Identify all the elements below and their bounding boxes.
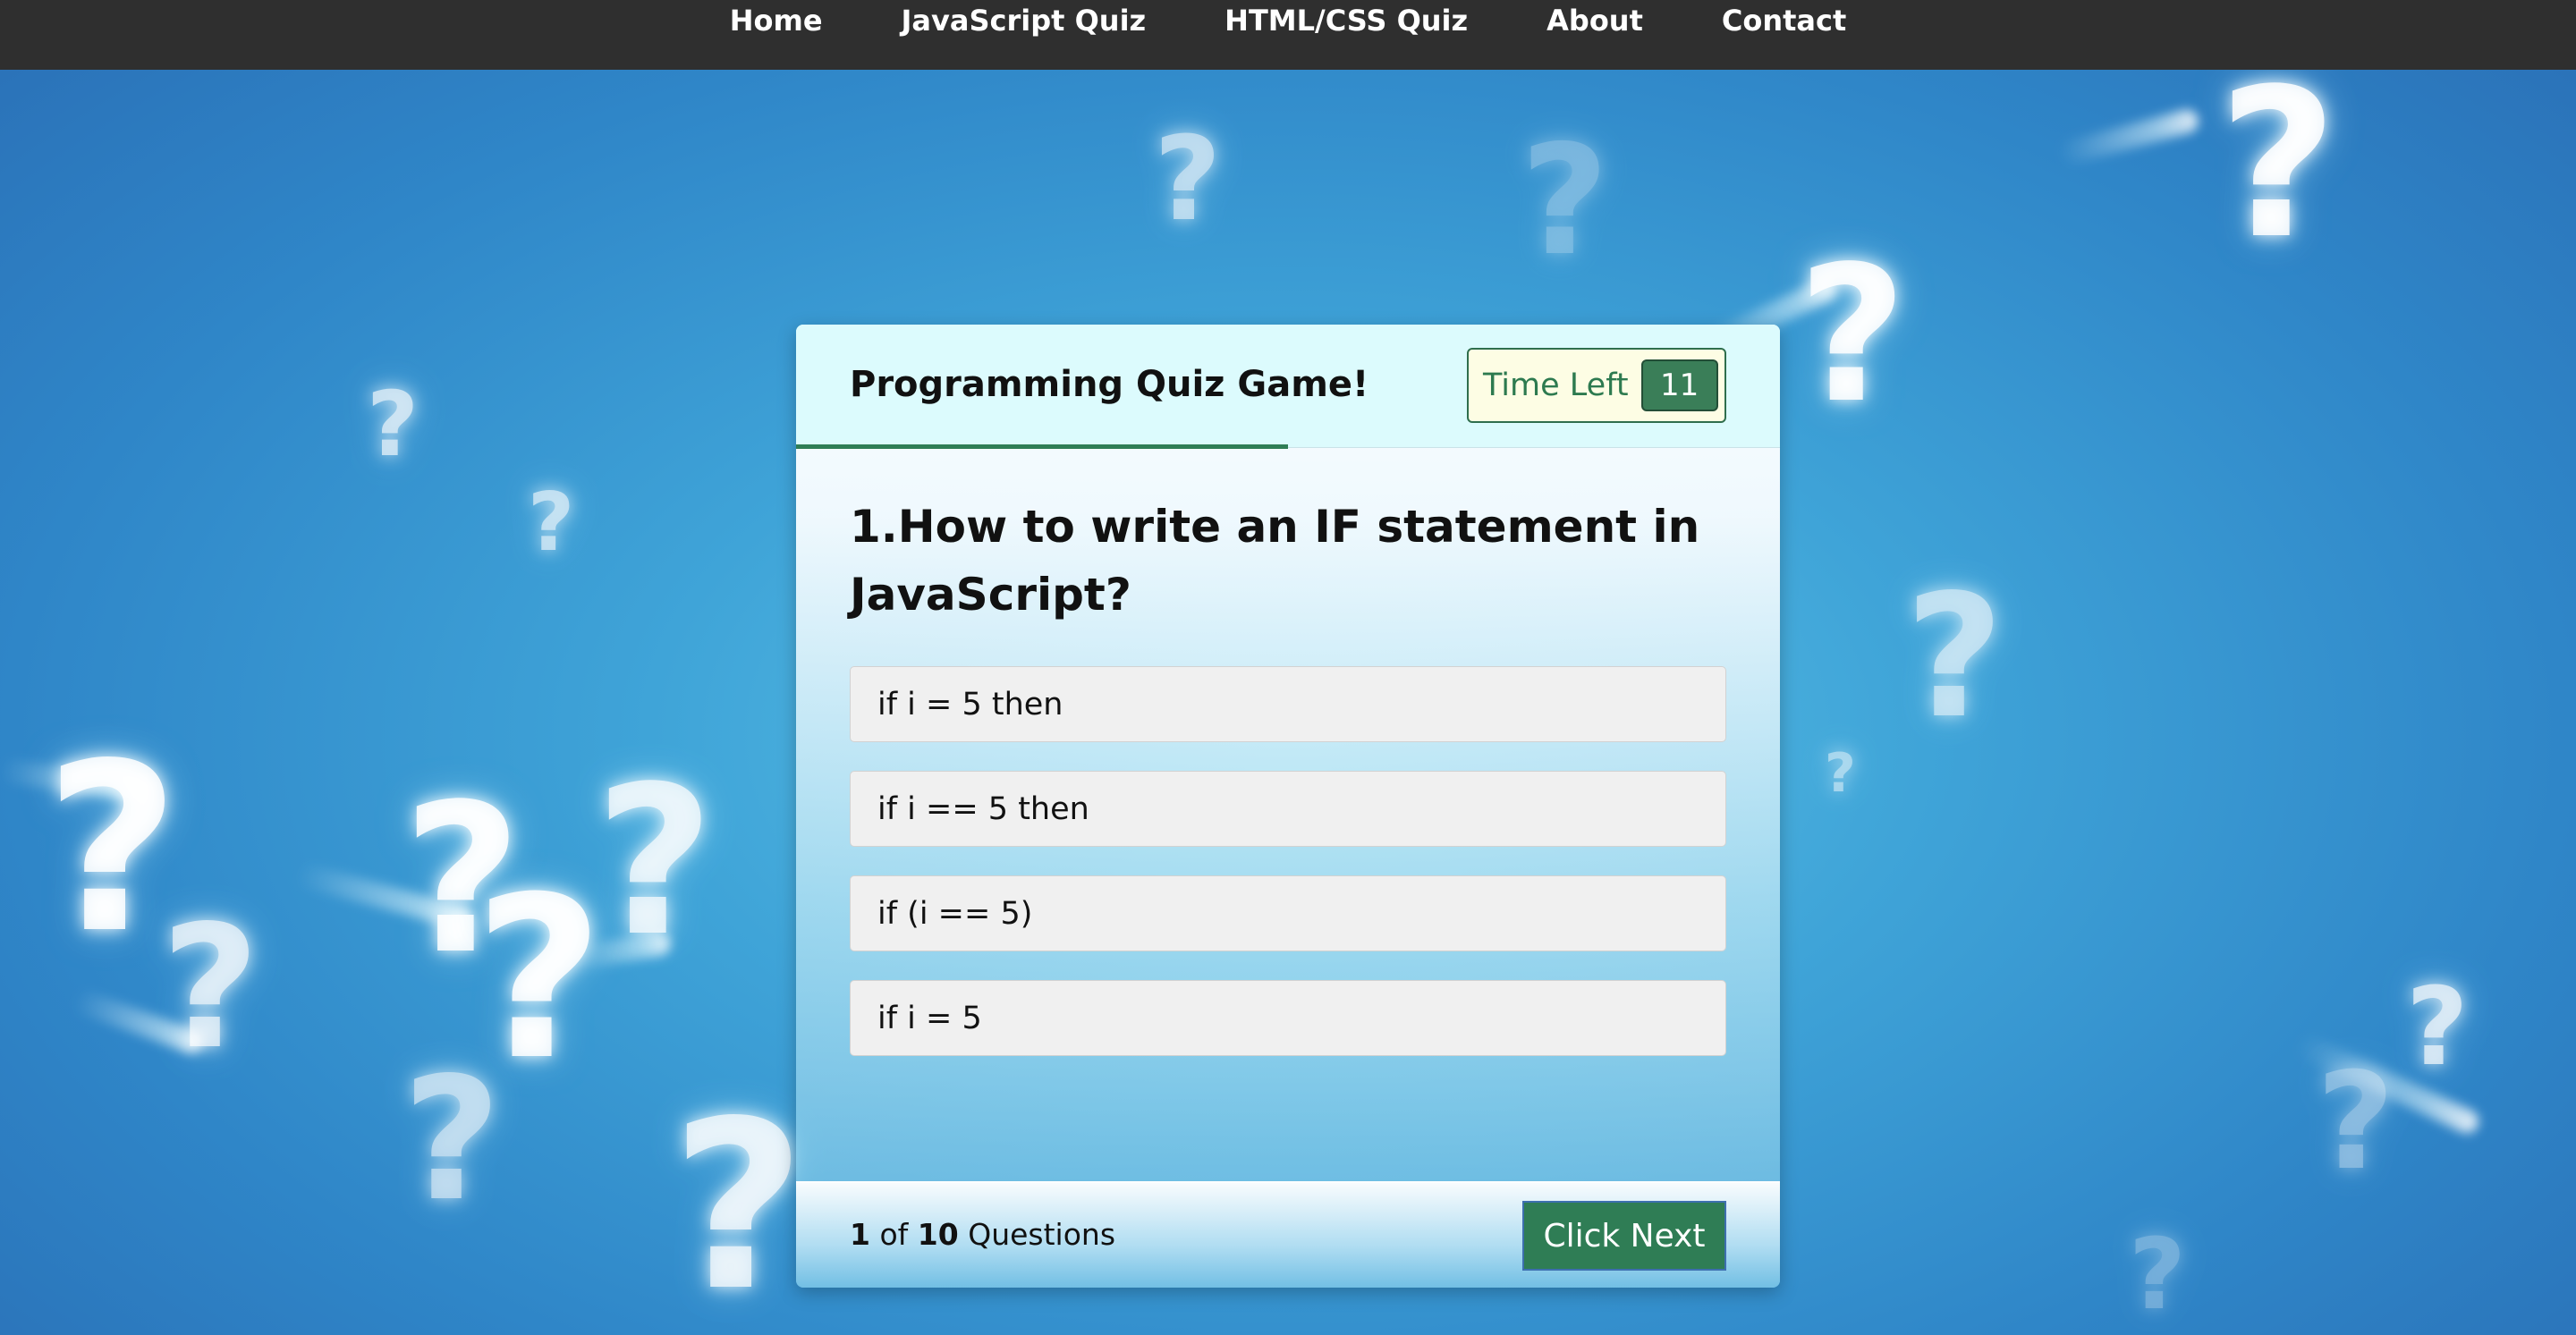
question-mark-icon: ? (161, 889, 260, 1086)
timer-value: 11 (1640, 359, 1718, 411)
next-button[interactable]: Click Next (1522, 1201, 1726, 1271)
nav-html-css-quiz-link[interactable]: HTML/CSS Quiz (1185, 0, 1507, 39)
question-mark-icon: ? (2218, 46, 2338, 284)
question-mark-icon: ? (595, 743, 715, 982)
current-question-number: 1 (850, 1217, 870, 1252)
answer-option[interactable]: if i = 5 (850, 980, 1726, 1056)
light-streak (2056, 106, 2201, 167)
nav-home-link[interactable]: Home (691, 0, 862, 39)
timer-box: Time Left 11 (1467, 348, 1726, 423)
question-text: 1.How to write an IF statement in JavaSc… (850, 501, 1700, 621)
question-mark-icon: ? (1521, 113, 1609, 290)
counter-of-text: of (879, 1217, 909, 1252)
quiz-title: Programming Quiz Game! (850, 364, 1369, 405)
question-mark-icon: ? (45, 714, 180, 984)
question-mark-icon: ? (2406, 966, 2469, 1090)
counter-questions-text: Questions (968, 1217, 1116, 1252)
nav-contact-link[interactable]: Contact (1682, 0, 1885, 39)
question-mark-icon: ? (402, 1041, 502, 1238)
question-mark-icon: ? (1905, 558, 2004, 756)
nav-about-link[interactable]: About (1507, 0, 1682, 39)
time-progress-bar (796, 444, 1288, 449)
answer-option[interactable]: if i == 5 then (850, 771, 1726, 847)
question-mark-icon: ? (367, 372, 419, 477)
question-mark-icon: ? (2317, 1044, 2395, 1200)
quiz-footer: 1 of 10 Questions Click Next (796, 1181, 1780, 1288)
timer-label: Time Left (1483, 368, 1629, 403)
total-question-number: 10 (917, 1217, 959, 1252)
top-navbar: Home JavaScript Quiz HTML/CSS Quiz About… (0, 0, 2576, 70)
question-mark-icon: ? (1798, 225, 1907, 444)
answer-option[interactable]: if i = 5 then (850, 666, 1726, 742)
nav-javascript-quiz-link[interactable]: JavaScript Quiz (862, 0, 1186, 39)
question-mark-icon: ? (2129, 1217, 2186, 1331)
question-counter: 1 of 10 Questions (850, 1217, 1115, 1252)
question-mark-icon: ? (1154, 111, 1222, 247)
answer-option[interactable]: if (i == 5) (850, 875, 1726, 951)
quiz-header: Programming Quiz Game! Time Left 11 (796, 325, 1780, 449)
question-mark-icon: ? (1825, 742, 1856, 805)
quiz-card: Programming Quiz Game! Time Left 11 1.Ho… (796, 325, 1780, 1288)
question-mark-icon: ? (671, 1072, 806, 1335)
question-mark-icon: ? (528, 476, 575, 570)
